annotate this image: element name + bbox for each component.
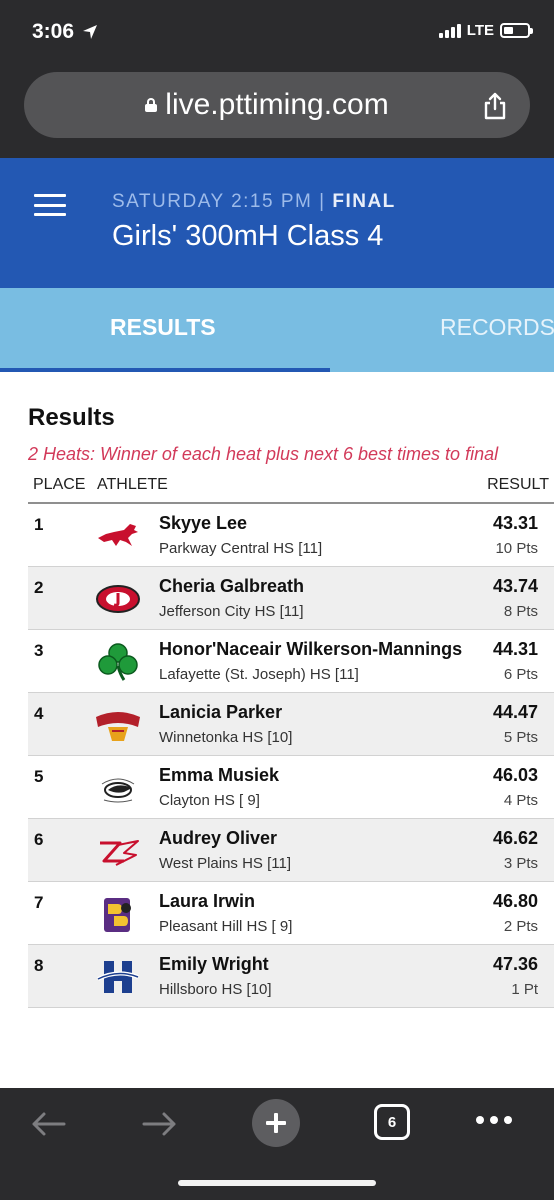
results-table: 1 Skyye Lee Parkway Central HS [11] 43.3… (28, 502, 554, 1008)
place-number: 8 (34, 956, 44, 975)
result-mark: 46.80 (492, 891, 538, 911)
place-number: 6 (34, 830, 44, 849)
athlete-school: Lafayette (St. Joseph) HS [11] (159, 666, 359, 683)
column-header-athlete: ATHLETE (97, 476, 168, 493)
athlete-school: Jefferson City HS [11] (159, 603, 304, 620)
url-display[interactable]: live.pttiming.com (145, 88, 389, 122)
status-time: 3:06 (32, 20, 98, 44)
place-number: 1 (34, 515, 44, 534)
greyhounds-logo-icon (101, 778, 135, 803)
team-points: 4 Pts (503, 792, 538, 809)
table-row[interactable]: 1 Skyye Lee Parkway Central HS [11] 43.3… (28, 504, 554, 567)
athlete-name: Honor'Naceair Wilkerson-Mannings (159, 639, 463, 659)
hawks-logo-icon (97, 961, 139, 993)
result-mark: 43.31 (492, 513, 538, 533)
column-header-place: PLACE (33, 476, 86, 493)
athlete-name: Audrey Oliver (159, 828, 278, 848)
place-number: 4 (34, 704, 44, 723)
event-meta: SATURDAY 2:15 PM | FINAL (112, 191, 396, 213)
result-mark: 47.36 (492, 954, 538, 974)
event-header: SATURDAY 2:15 PM | FINAL Girls' 300mH Cl… (0, 158, 554, 288)
event-day-time: SATURDAY 2:15 PM (112, 191, 313, 212)
place-number: 3 (34, 641, 44, 660)
active-tab-indicator (0, 368, 330, 372)
meta-separator: | (319, 191, 326, 212)
team-points: 8 Pts (503, 603, 538, 620)
athlete-name: Laura Irwin (159, 891, 256, 911)
table-row[interactable]: 4 Lanicia Parker Winnetonka HS [10] 44.4… (28, 693, 554, 756)
table-row[interactable]: 8 Emily Wright Hillsboro HS [10] 47.36 1… (28, 945, 554, 1008)
more-options-icon[interactable] (476, 1116, 512, 1124)
result-mark: 46.62 (492, 828, 538, 848)
athlete-school: Pleasant Hill HS [ 9] (159, 918, 293, 935)
tab-bar: RESULTS RECORDS (0, 288, 554, 372)
griffins-logo-icon (96, 712, 140, 741)
athlete-name: Skyye Lee (159, 513, 248, 533)
signal-icon (438, 23, 461, 38)
athlete-school: Clayton HS [ 9] (159, 792, 260, 809)
location-arrow-icon (83, 25, 98, 39)
home-indicator[interactable] (178, 1180, 376, 1186)
battery-icon (500, 23, 533, 38)
jays-logo-icon (96, 585, 140, 613)
table-row[interactable]: 2 Cheria Galbreath Jefferson City HS [11… (28, 567, 554, 630)
shamrock-logo-icon (98, 643, 138, 681)
team-points: 1 Pt (511, 981, 538, 998)
athlete-school: Parkway Central HS [11] (159, 540, 323, 557)
tab-records[interactable]: RECORDS (440, 314, 554, 341)
zizzers-logo-icon (100, 840, 139, 866)
event-round: FINAL (332, 191, 396, 212)
athlete-name: Lanicia Parker (159, 702, 283, 722)
new-tab-plus-icon[interactable] (252, 1099, 300, 1147)
result-mark: 44.47 (492, 702, 538, 722)
athlete-school: Winnetonka HS [10] (159, 729, 293, 746)
place-number: 7 (34, 893, 44, 912)
tab-switcher-button[interactable]: 6 (374, 1104, 410, 1140)
results-heading: Results (28, 404, 115, 431)
url-text: live.pttiming.com (165, 88, 389, 121)
mustang-logo-icon (98, 524, 138, 546)
table-row[interactable]: 6 Audrey Oliver West Plains HS [11] 46.6… (28, 819, 554, 882)
table-row[interactable]: 5 Emma Musiek Clayton HS [ 9] 46.03 4 Pt… (28, 756, 554, 819)
athlete-name: Cheria Galbreath (159, 576, 305, 596)
network-label: LTE (466, 22, 494, 39)
tab-count: 6 (387, 1113, 397, 1131)
roosters-logo-icon (104, 898, 131, 932)
share-icon[interactable] (482, 92, 508, 120)
team-points: 6 Pts (503, 666, 538, 683)
result-mark: 44.31 (492, 639, 538, 659)
back-arrow-icon[interactable] (30, 1110, 66, 1138)
status-indicators: LTE (438, 22, 533, 39)
place-number: 2 (34, 578, 44, 597)
status-time-text: 3:06 (32, 20, 75, 43)
lock-icon (145, 98, 158, 112)
team-points: 3 Pts (503, 855, 538, 872)
result-mark: 46.03 (492, 765, 538, 785)
table-row[interactable]: 7 Laura Irwin Pleasant Hill HS [ 9] 46.8… (28, 882, 554, 945)
team-points: 5 Pts (503, 729, 538, 746)
column-header-result: RESULT (487, 476, 549, 493)
result-mark: 43.74 (492, 576, 538, 596)
hamburger-menu-icon[interactable] (34, 194, 66, 216)
table-row[interactable]: 3 Honor'Naceair Wilkerson-Mannings Lafay… (28, 630, 554, 693)
tab-results[interactable]: RESULTS (110, 314, 216, 341)
event-title: Girls' 300mH Class 4 (112, 220, 384, 252)
place-number: 5 (34, 767, 44, 786)
athlete-school: Hillsboro HS [10] (159, 981, 272, 998)
team-points: 2 Pts (503, 918, 538, 935)
team-points: 10 Pts (495, 540, 538, 557)
athlete-name: Emma Musiek (159, 765, 280, 785)
address-bar[interactable]: live.pttiming.com (24, 72, 530, 138)
athlete-school: West Plains HS [11] (159, 855, 291, 872)
browser-chrome: 3:06 LTE live.pttiming.com (0, 0, 554, 158)
athlete-name: Emily Wright (159, 954, 269, 974)
heat-note: 2 Heats: Winner of each heat plus next 6… (28, 444, 499, 464)
forward-arrow-icon[interactable] (142, 1110, 178, 1138)
